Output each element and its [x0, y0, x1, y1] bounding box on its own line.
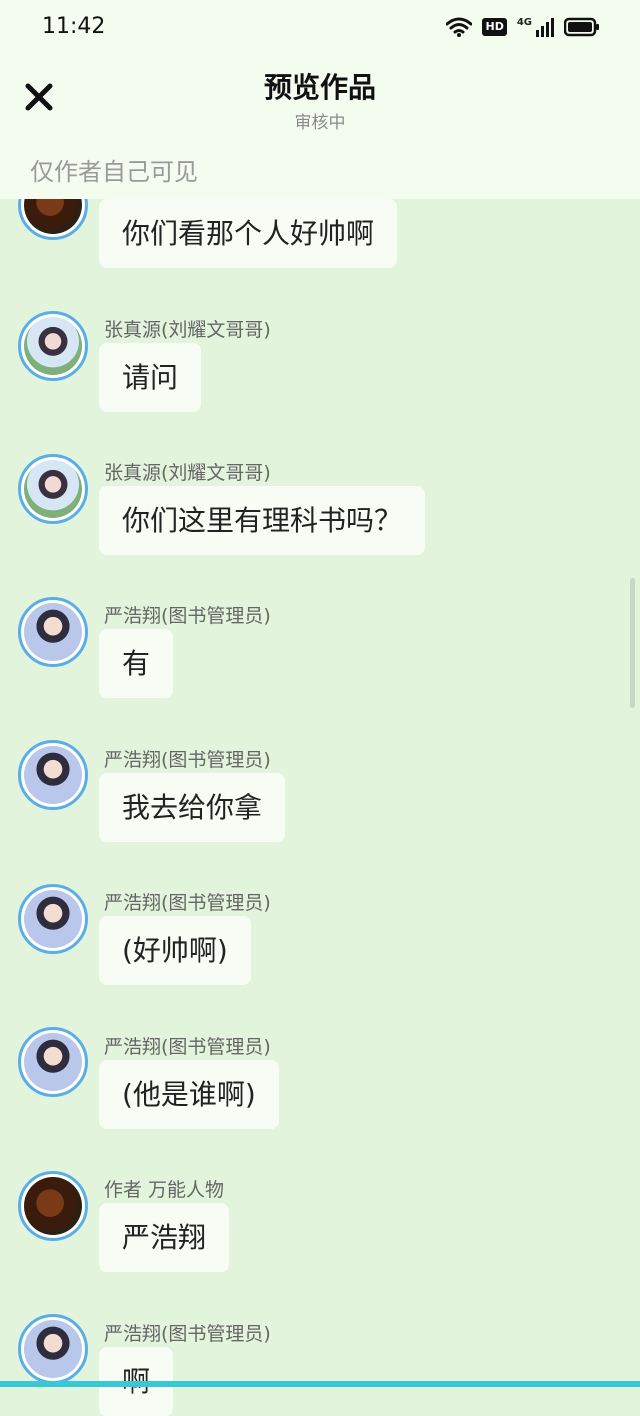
- chat-message-list[interactable]: 你们看那个人好帅啊 张真源(刘耀文哥哥) 请问 张真源(刘耀文哥哥) 你们这里有…: [0, 0, 640, 1416]
- page-title: 预览作品: [263, 71, 376, 104]
- message-bubble[interactable]: 有: [99, 629, 174, 698]
- status-time: 11:42: [42, 14, 106, 39]
- hd-icon: HD: [482, 18, 507, 36]
- wifi-icon: [446, 17, 473, 37]
- status-bar: 11:42 HD 4G: [0, 0, 640, 56]
- signal-4g-icon: 4G: [517, 17, 554, 37]
- sender-name: 张真源(刘耀文哥哥): [104, 319, 271, 341]
- avatar[interactable]: [18, 597, 88, 667]
- avatar[interactable]: [18, 740, 88, 810]
- sender-name: 严浩翔(图书管理员): [104, 605, 271, 627]
- visibility-note: 仅作者自己可见: [30, 158, 198, 186]
- message-bubble[interactable]: 请问: [99, 343, 202, 412]
- bottom-accent-bar: [0, 1381, 640, 1387]
- avatar[interactable]: [18, 884, 88, 954]
- sender-name: 作者 万能人物: [104, 1179, 225, 1201]
- sender-name: 严浩翔(图书管理员): [104, 892, 271, 914]
- message-bubble[interactable]: 你们看那个人好帅啊: [99, 199, 398, 268]
- sender-name: 严浩翔(图书管理员): [104, 1323, 271, 1345]
- message-bubble[interactable]: 你们这里有理科书吗？: [99, 486, 426, 555]
- avatar[interactable]: [18, 311, 88, 381]
- avatar[interactable]: [18, 1171, 88, 1241]
- message-bubble[interactable]: (他是谁啊): [99, 1060, 279, 1129]
- message-bubble[interactable]: 我去给你拿: [99, 773, 286, 842]
- battery-icon: [564, 17, 599, 37]
- message-bubble[interactable]: 严浩翔: [99, 1203, 230, 1272]
- sender-name: 严浩翔(图书管理员): [104, 749, 271, 771]
- app-header: 预览作品 审核中 仅作者自己可见: [0, 56, 640, 199]
- message-bubble[interactable]: (好帅啊): [99, 916, 251, 985]
- status-icons: HD 4G: [446, 16, 600, 38]
- avatar[interactable]: [18, 1314, 88, 1384]
- avatar[interactable]: [18, 454, 88, 524]
- scrollbar[interactable]: [630, 578, 635, 708]
- sender-name: 严浩翔(图书管理员): [104, 1036, 271, 1058]
- sender-name: 张真源(刘耀文哥哥): [104, 462, 271, 484]
- review-status: 审核中: [294, 113, 346, 133]
- avatar[interactable]: [18, 1027, 88, 1097]
